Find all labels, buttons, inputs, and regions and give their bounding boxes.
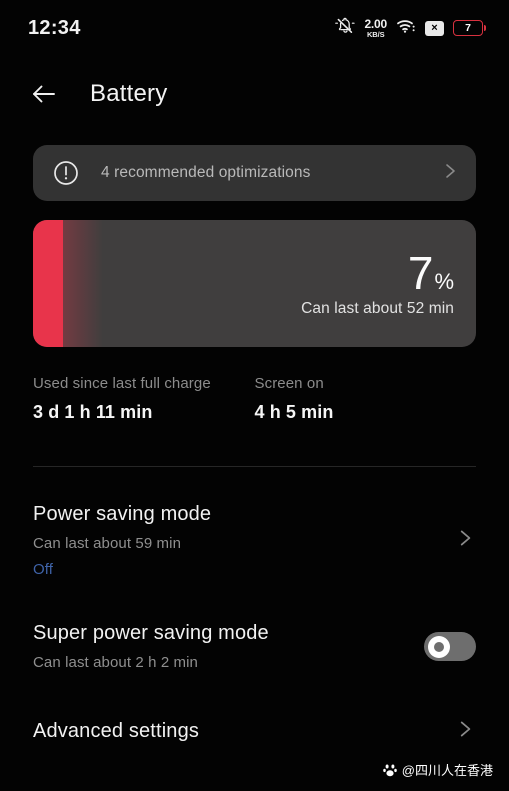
page-title: Battery bbox=[90, 80, 168, 107]
chevron-right-icon bbox=[454, 718, 476, 745]
battery-settings-screen: 12:34 2.00 KB/S × 7 Battery 4 recommende… bbox=[0, 0, 509, 791]
status-bar-icons: 2.00 KB/S × 7 bbox=[335, 16, 487, 40]
percent-symbol: % bbox=[434, 268, 454, 294]
row-super-power-saving-mode-texts: Super power saving mode Can last about 2… bbox=[33, 622, 424, 671]
row-power-saving-mode-title: Power saving mode bbox=[33, 503, 212, 525]
section-divider bbox=[33, 466, 476, 467]
paw-logo-icon bbox=[382, 763, 397, 777]
bell-muted-icon bbox=[335, 17, 356, 40]
alert-circle-icon bbox=[53, 160, 79, 186]
chevron-right-icon bbox=[440, 161, 460, 186]
battery-card-info: 7 % Can last about 52 min bbox=[301, 220, 454, 347]
row-super-power-saving-mode[interactable]: Super power saving mode Can last about 2… bbox=[33, 622, 476, 671]
row-power-saving-mode[interactable]: Power saving mode Can last about 59 min … bbox=[33, 503, 476, 578]
watermark-text: @四川人在香港 bbox=[401, 763, 493, 778]
network-speed-indicator: 2.00 KB/S bbox=[364, 16, 387, 39]
toggle-knob bbox=[428, 635, 450, 658]
row-power-saving-mode-subtitle: Can last about 59 min bbox=[33, 535, 182, 552]
recommended-optimizations-banner[interactable]: 4 recommended optimizations bbox=[33, 145, 476, 201]
battery-percentage: 7 % bbox=[408, 250, 454, 296]
row-power-saving-mode-texts: Power saving mode Can last about 59 min … bbox=[33, 503, 454, 578]
usage-stats: Used since last full charge 3 d 1 h 11 m… bbox=[33, 375, 476, 423]
chevron-right-icon bbox=[454, 527, 476, 554]
banner-label: 4 recommended optimizations bbox=[101, 164, 311, 181]
no-sim-badge-icon: × bbox=[425, 20, 444, 36]
wifi-icon bbox=[396, 18, 416, 39]
row-advanced-settings[interactable]: Advanced settings bbox=[33, 718, 476, 745]
battery-fill-gradient bbox=[63, 220, 103, 347]
battery-level-card: 7 % Can last about 52 min bbox=[33, 220, 476, 347]
row-power-saving-mode-state: Off bbox=[33, 561, 54, 578]
status-bar: 12:34 2.00 KB/S × 7 bbox=[0, 0, 509, 56]
status-bar-battery-icon: 7 bbox=[453, 20, 487, 36]
row-super-power-saving-mode-subtitle: Can last about 2 h 2 min bbox=[33, 654, 198, 671]
back-arrow-icon[interactable] bbox=[30, 80, 58, 108]
row-super-power-saving-mode-title: Super power saving mode bbox=[33, 622, 269, 644]
status-bar-clock: 12:34 bbox=[28, 16, 81, 39]
row-advanced-settings-title: Advanced settings bbox=[33, 720, 199, 742]
watermark: @四川人在香港 bbox=[382, 760, 493, 779]
battery-percentage-number: 7 bbox=[407, 246, 434, 299]
battery-fill-bar bbox=[33, 220, 63, 347]
stat-used-since-last-full-charge: Used since last full charge 3 d 1 h 11 m… bbox=[33, 375, 211, 422]
stat-screen-on: Screen on 4 h 5 min bbox=[254, 375, 334, 422]
row-advanced-settings-texts: Advanced settings bbox=[33, 720, 454, 743]
app-bar: Battery bbox=[0, 68, 509, 120]
super-power-saving-mode-toggle[interactable] bbox=[424, 632, 476, 661]
battery-remaining-time: Can last about 52 min bbox=[301, 299, 454, 317]
